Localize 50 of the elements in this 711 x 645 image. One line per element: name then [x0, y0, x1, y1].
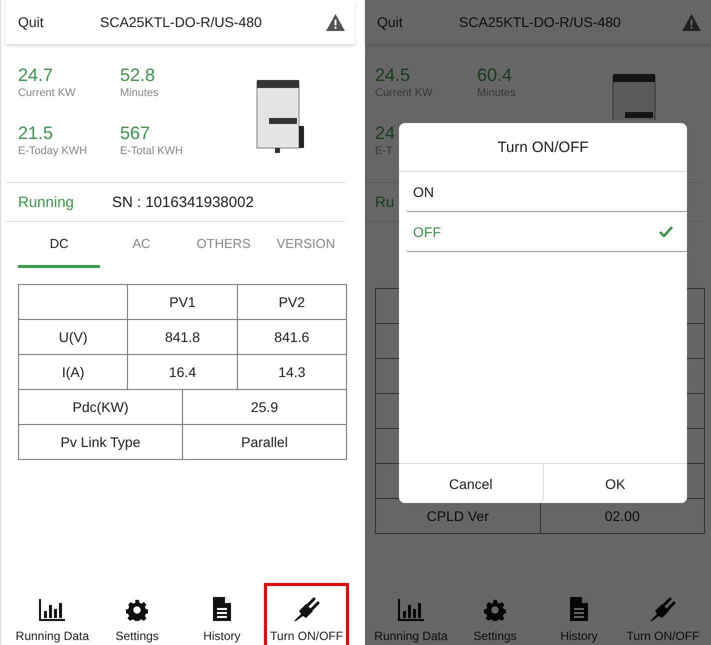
stat-value: 24	[375, 122, 396, 144]
tab[interactable]: DC	[18, 222, 100, 268]
table-cell: I(A)	[19, 355, 128, 390]
table-cell: 841.6	[238, 320, 347, 355]
bar-chart-icon	[39, 599, 66, 621]
settings-icon	[484, 599, 506, 621]
document-icon	[570, 597, 588, 621]
plug-icon	[650, 597, 676, 621]
nav-item[interactable]: Turn ON/OFF	[264, 583, 349, 645]
stat-label: E-Total KWH	[120, 144, 184, 158]
checkmark-icon	[659, 226, 673, 237]
table-header-cell: PV2	[238, 285, 347, 320]
tab[interactable]: AC	[100, 222, 182, 268]
device-title: SCA25KTL-DO-R/US-480	[100, 14, 263, 30]
serial-number: SN : 1016341938002	[112, 194, 254, 210]
nav-item[interactable]: History	[180, 583, 264, 645]
stat-value: 24.7	[18, 64, 54, 86]
stat-value: 567	[120, 122, 152, 144]
device-title: SCA25KTL-DO-R/US-480	[459, 14, 622, 30]
tab[interactable]: OTHERS	[182, 222, 265, 268]
table-cell: 25.9	[183, 390, 347, 425]
running-status: Running	[18, 194, 75, 210]
bar-chart-icon	[398, 599, 424, 621]
quit-button[interactable]: Quit	[18, 14, 100, 30]
settings-icon	[126, 599, 148, 621]
plug-icon	[294, 597, 320, 621]
table-cell: 14.3	[238, 355, 347, 390]
stat-value: 60.4	[477, 64, 514, 86]
table-cell: Pv Link Type	[19, 425, 183, 460]
nav-item[interactable]: Settings	[94, 583, 180, 645]
document-icon	[212, 597, 231, 621]
stat-value: 24.5	[375, 64, 412, 86]
table-cell: 16.4	[128, 355, 238, 390]
table-cell: 841.8	[128, 320, 238, 355]
tab[interactable]: VERSION	[264, 222, 347, 268]
dialog-button[interactable]: Cancel	[399, 464, 544, 503]
table-cell: U(V)	[19, 320, 128, 355]
stat-value: 21.5	[18, 122, 54, 144]
stat-label: Minutes	[120, 86, 160, 100]
table-header-cell: PV1	[128, 285, 238, 320]
warning-icon[interactable]	[326, 14, 345, 30]
stat-label: E-Today KWH	[18, 144, 88, 158]
nav-item[interactable]: Running Data	[10, 583, 95, 645]
stat-value: 52.8	[120, 64, 156, 86]
option-item[interactable]: ON	[407, 172, 687, 212]
table-cell: Parallel	[183, 425, 347, 460]
running-status: Ru	[375, 194, 396, 210]
stat-label: Current KW	[18, 86, 76, 100]
dialog-title: Turn ON/OFF	[399, 123, 687, 172]
table-cell: Pdc(KW)	[19, 390, 183, 425]
